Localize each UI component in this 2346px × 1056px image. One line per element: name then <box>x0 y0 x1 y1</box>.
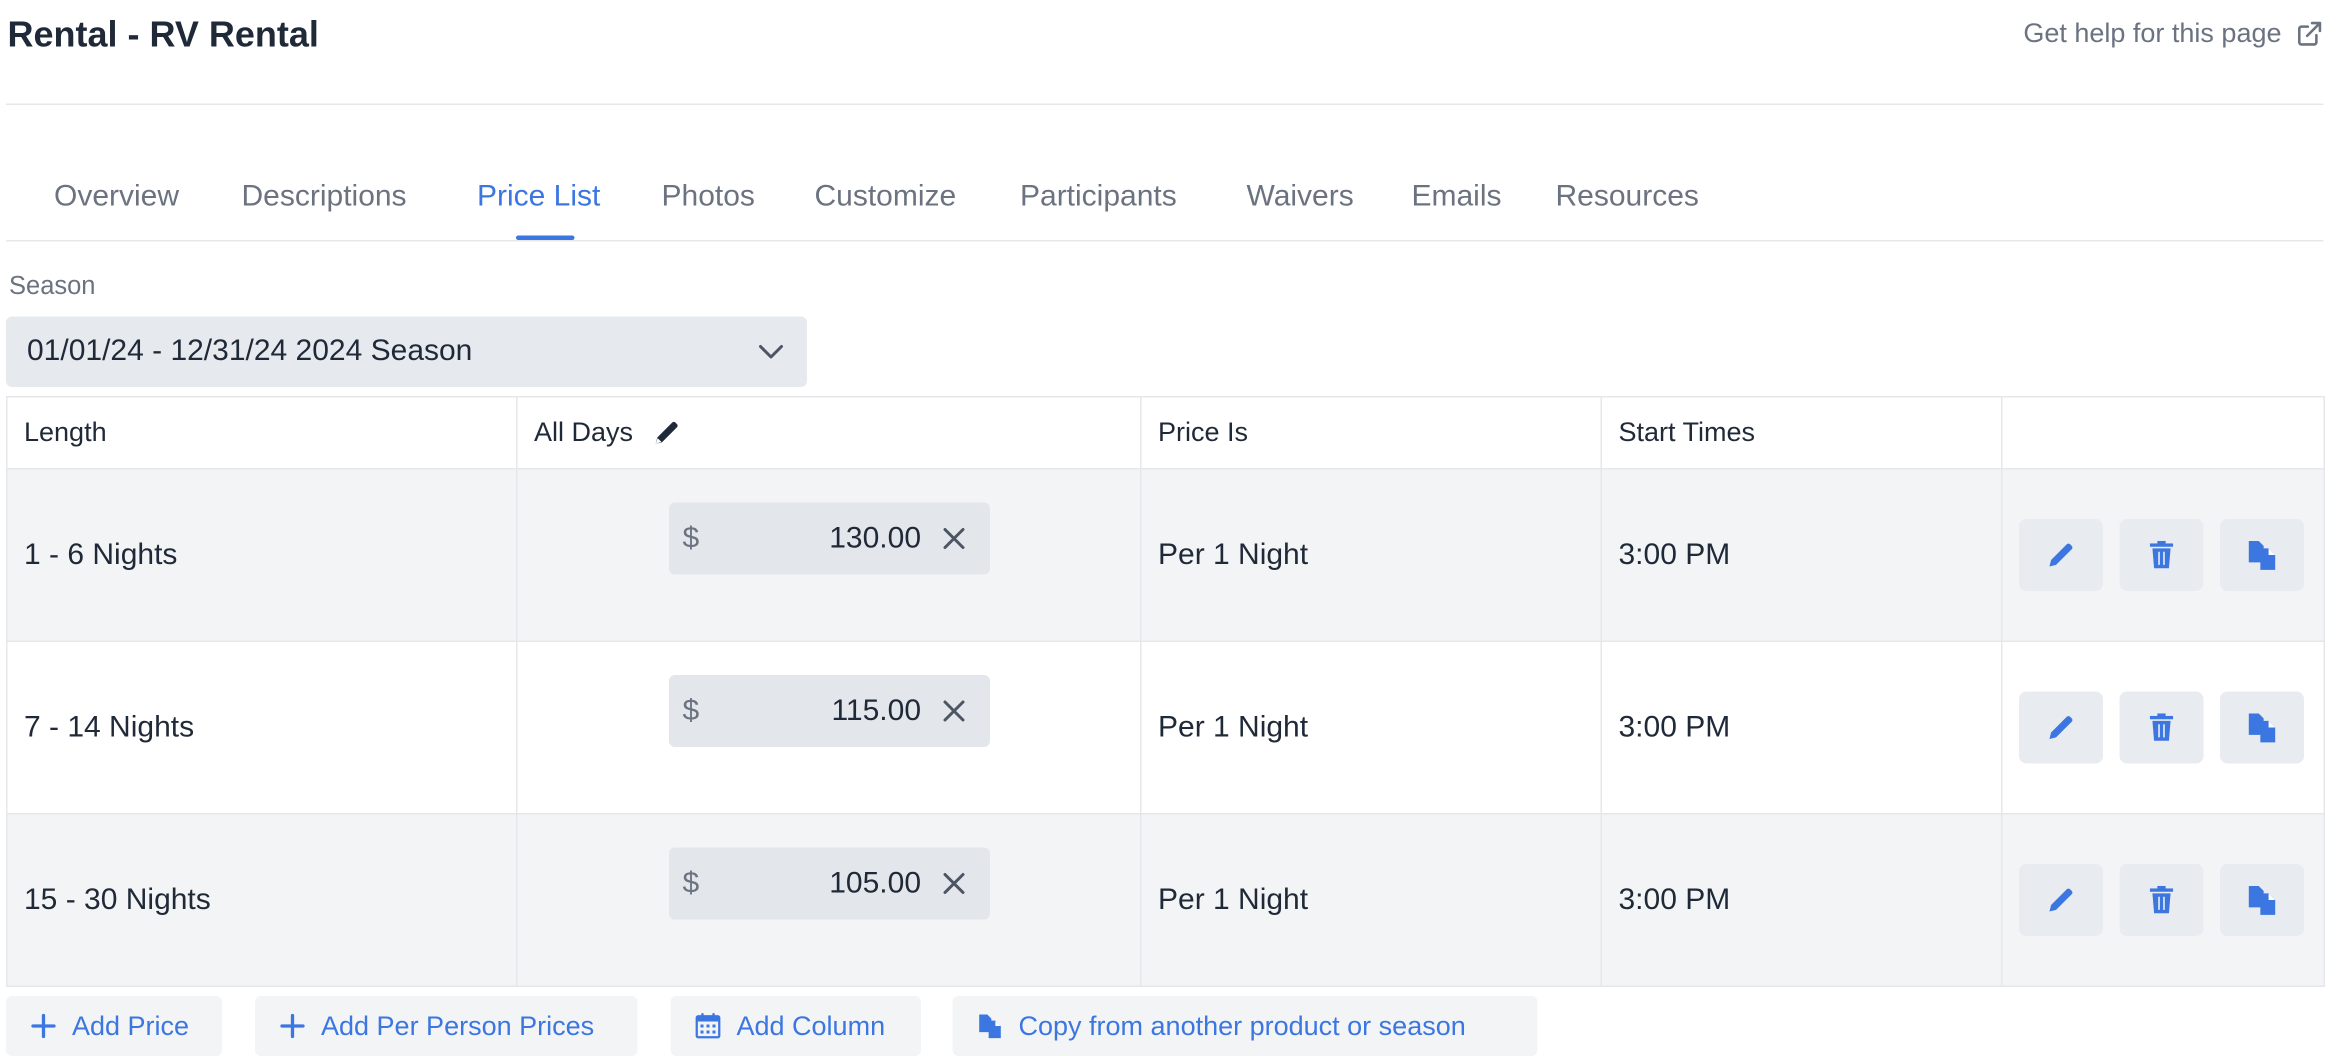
price-amount: 105.00 <box>829 867 921 900</box>
chevron-down-icon <box>759 345 783 359</box>
column-header-all-days: All Days <box>516 396 1142 470</box>
copy-row-button[interactable] <box>2220 864 2304 936</box>
row-start-time: 3:00 PM <box>1600 640 2003 815</box>
tab-overview[interactable]: Overview <box>54 180 179 215</box>
column-header-start-times: Start Times <box>1600 396 2003 470</box>
calendar-icon <box>695 1013 721 1039</box>
currency-symbol: $ <box>682 522 700 555</box>
row-start-time: 3:00 PM <box>1600 813 2003 987</box>
currency-symbol: $ <box>682 867 700 900</box>
price-input[interactable]: $ 130.00 <box>669 502 990 575</box>
row-price-cell: $ 115.00 <box>516 640 1142 815</box>
season-selected-value: 01/01/24 - 12/31/24 2024 Season <box>27 334 473 368</box>
row-length: 1 - 6 Nights <box>6 468 518 642</box>
plus-icon <box>31 1013 56 1039</box>
row-price-is: Per 1 Night <box>1140 468 1602 642</box>
price-input[interactable]: $ 105.00 <box>669 847 990 920</box>
tab-waivers[interactable]: Waivers <box>1247 180 1354 215</box>
row-actions <box>2001 813 2325 987</box>
tab-bar: Overview Descriptions Price List Photos … <box>6 165 2324 242</box>
page-title: Rental - RV Rental <box>7 15 319 56</box>
active-tab-indicator <box>516 235 575 240</box>
row-price-is: Per 1 Night <box>1140 813 1602 987</box>
add-per-person-prices-button[interactable]: Add Per Person Prices <box>255 996 638 1056</box>
currency-symbol: $ <box>682 694 700 728</box>
edit-row-button[interactable] <box>2019 691 2103 764</box>
price-amount: 130.00 <box>829 522 921 555</box>
help-link-label: Get help for this page <box>2023 18 2282 48</box>
add-per-person-prices-label: Add Per Person Prices <box>321 1010 595 1041</box>
edit-row-button[interactable] <box>2019 519 2103 591</box>
copy-icon <box>2248 713 2276 743</box>
close-icon[interactable] <box>942 872 966 896</box>
add-price-button[interactable]: Add Price <box>6 996 222 1056</box>
tab-resources[interactable]: Resources <box>1556 180 1699 215</box>
tab-photos[interactable]: Photos <box>662 180 755 215</box>
column-header-all-days-label: All Days <box>534 417 634 447</box>
close-icon[interactable] <box>942 527 966 551</box>
pencil-icon[interactable] <box>651 417 683 449</box>
price-table: Length All Days Price Is Start Times 1 -… <box>6 396 2325 987</box>
column-header-length: Length <box>6 396 518 470</box>
tab-descriptions[interactable]: Descriptions <box>242 180 407 215</box>
table-row: 15 - 30 Nights $ 105.00 Per 1 Night 3:00… <box>6 813 2325 987</box>
table-row: 7 - 14 Nights $ 115.00 Per 1 Night 3:00 … <box>6 640 2325 815</box>
copy-from-another-label: Copy from another product or season <box>1018 1010 1466 1041</box>
row-length: 15 - 30 Nights <box>6 813 518 987</box>
copy-row-button[interactable] <box>2220 691 2304 764</box>
tab-participants[interactable]: Participants <box>1020 180 1177 215</box>
copy-icon <box>2248 885 2276 915</box>
add-price-label: Add Price <box>72 1010 190 1041</box>
help-link[interactable]: Get help for this page <box>2023 18 2323 50</box>
delete-row-button[interactable] <box>2119 519 2204 591</box>
edit-row-button[interactable] <box>2019 864 2103 936</box>
row-actions <box>2001 640 2325 815</box>
copy-icon <box>2248 540 2276 570</box>
table-header-row: Length All Days Price Is Start Times <box>6 396 2325 470</box>
row-start-time: 3:00 PM <box>1600 468 2003 642</box>
add-column-label: Add Column <box>736 1010 886 1041</box>
price-amount: 115.00 <box>831 694 921 728</box>
plus-icon <box>280 1013 305 1039</box>
add-column-button[interactable]: Add Column <box>670 996 921 1056</box>
trash-icon <box>2149 540 2174 569</box>
tab-customize[interactable]: Customize <box>815 180 957 215</box>
row-price-cell: $ 105.00 <box>516 813 1142 987</box>
price-input[interactable]: $ 115.00 <box>669 675 990 747</box>
copy-row-button[interactable] <box>2220 519 2304 591</box>
table-row: 1 - 6 Nights $ 130.00 Per 1 Night 3:00 P… <box>6 468 2325 642</box>
row-price-cell: $ 130.00 <box>516 468 1142 642</box>
row-length: 7 - 14 Nights <box>6 640 518 815</box>
close-icon[interactable] <box>942 699 966 723</box>
column-header-actions <box>2001 396 2325 470</box>
page-header: Rental - RV Rental Get help for this pag… <box>6 0 2324 105</box>
tab-price-list[interactable]: Price List <box>477 180 600 215</box>
column-header-price-is: Price Is <box>1140 396 1602 470</box>
season-label: Season <box>9 271 96 301</box>
trash-icon <box>2149 885 2174 914</box>
pencil-icon <box>2049 716 2073 740</box>
external-link-icon <box>2297 21 2322 46</box>
pencil-icon <box>2049 888 2073 912</box>
delete-row-button[interactable] <box>2119 691 2204 764</box>
tab-emails[interactable]: Emails <box>1412 180 1502 215</box>
delete-row-button[interactable] <box>2119 864 2204 936</box>
trash-icon <box>2149 713 2174 741</box>
pencil-icon <box>2049 543 2073 567</box>
copy-icon <box>979 1014 1001 1039</box>
season-select[interactable]: 01/01/24 - 12/31/24 2024 Season <box>6 316 807 387</box>
row-price-is: Per 1 Night <box>1140 640 1602 815</box>
row-actions <box>2001 468 2325 642</box>
copy-from-another-button[interactable]: Copy from another product or season <box>952 996 1538 1056</box>
